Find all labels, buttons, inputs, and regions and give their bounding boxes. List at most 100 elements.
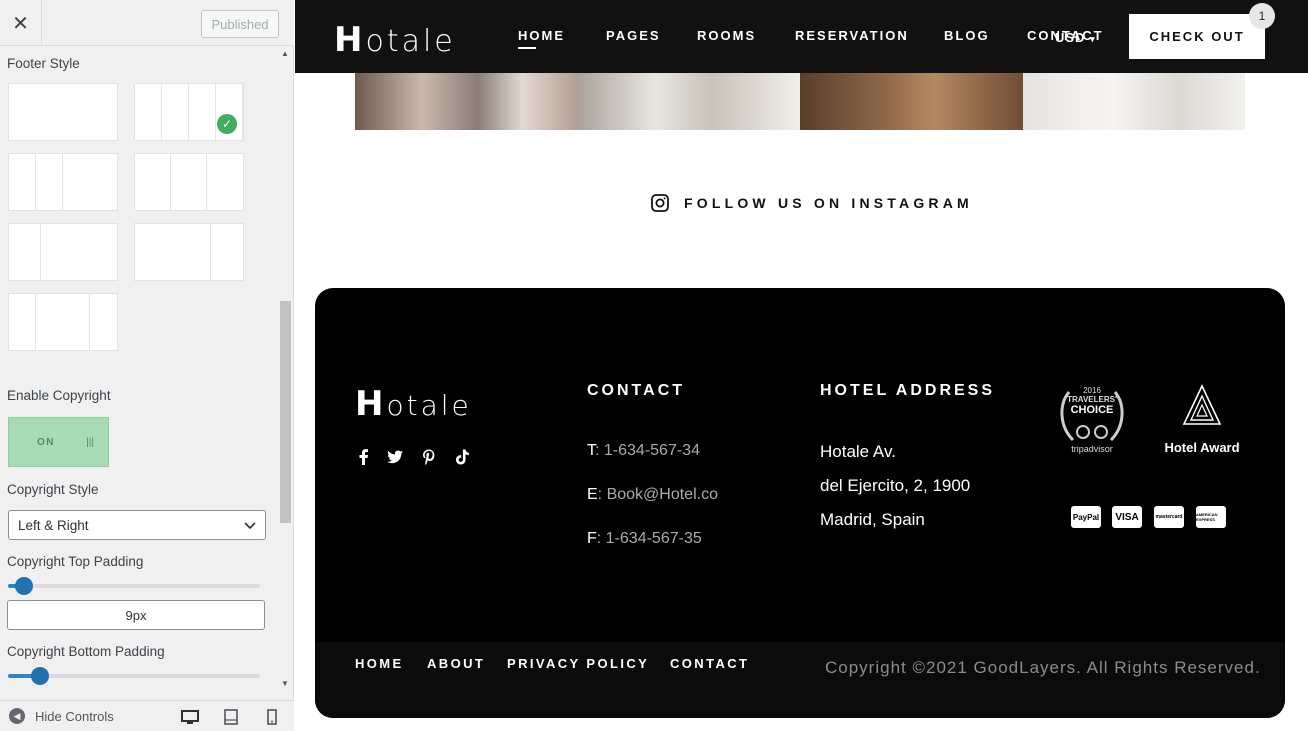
scrollbar-thumb[interactable] (280, 301, 291, 523)
footer-layout-option-1[interactable] (8, 83, 118, 141)
footer-layout-option-6[interactable] (134, 223, 244, 281)
facebook-icon[interactable] (355, 448, 373, 466)
instagram-icon (651, 194, 669, 212)
nav-rooms[interactable]: ROOMS (697, 28, 756, 43)
layout-column (63, 154, 117, 210)
copyright-top-padding-slider[interactable] (8, 577, 260, 595)
copyright-top-padding-input[interactable]: 9px (7, 600, 265, 630)
hotel-award-icon (1182, 384, 1222, 425)
award-brand: tripadvisor (1071, 444, 1113, 454)
contact-key: F (587, 530, 597, 547)
footer-layout-option-7[interactable] (8, 293, 118, 351)
footer-layout-option-3[interactable] (8, 153, 118, 211)
layout-column (9, 84, 117, 140)
collapse-arrow-icon: ◀ (9, 708, 25, 724)
footer-link-contact[interactable]: CONTACT (670, 656, 749, 671)
toggle-state-label: ON (37, 436, 55, 448)
contact-title: CONTACT (587, 382, 686, 399)
layout-column (9, 154, 36, 210)
contact-key: E (587, 486, 598, 503)
tablet-icon[interactable] (222, 708, 240, 726)
copyright-bar: HOME ABOUT PRIVACY POLICY CONTACT Copyri… (315, 642, 1285, 718)
award-line2: CHOICE (1070, 404, 1114, 416)
customizer-scrollbar[interactable]: ▲ ▼ (278, 47, 294, 690)
amex-icon: AMERICAN EXPRESS (1196, 506, 1226, 528)
tripadvisor-award: 2016 TRAVELERS' CHOICE tripadvisor (1051, 382, 1133, 456)
scroll-down-icon[interactable]: ▼ (281, 679, 289, 688)
checkout-button[interactable]: CHECK OUT (1129, 14, 1265, 59)
footer-layout-option-4[interactable] (134, 153, 244, 211)
footer-logo[interactable]: Hotale (355, 384, 472, 424)
site-logo[interactable]: Hotale (334, 20, 456, 60)
footer-link-about[interactable]: ABOUT (427, 656, 485, 671)
contact-value: Book@Hotel.co (606, 486, 718, 503)
award-year: 2016 (1083, 386, 1101, 395)
logo-initial: H (355, 384, 387, 424)
footer-layout-option-2[interactable]: ✓ (134, 83, 244, 141)
copyright-style-label: Copyright Style (7, 482, 99, 497)
logo-text: otale (365, 24, 456, 59)
footer-layout-option-5[interactable] (8, 223, 118, 281)
selected-check-icon: ✓ (217, 114, 237, 134)
customizer-sidebar: ✕ Published Footer Style ✓ Enable Copyri… (0, 0, 294, 731)
slider-handle[interactable] (15, 577, 33, 595)
footer-style-label: Footer Style (7, 56, 80, 71)
layout-column (211, 224, 243, 280)
copyright-text: Copyright ©2021 GoodLayers. All Rights R… (825, 658, 1261, 677)
layout-column (36, 294, 90, 350)
chevron-down-icon: ▾ (1090, 34, 1096, 44)
contact-key: T (587, 442, 595, 459)
contact-fax[interactable]: F: 1-634-567-35 (587, 530, 702, 548)
site-preview: Hotale HOME PAGES ROOMS RESERVATION BLOG… (295, 0, 1308, 731)
contact-phone[interactable]: T: 1-634-567-34 (587, 442, 700, 460)
enable-copyright-label: Enable Copyright (7, 388, 111, 403)
publish-button[interactable]: Published (201, 10, 279, 38)
mobile-icon[interactable] (263, 708, 281, 726)
enable-copyright-toggle[interactable]: ON ||| (8, 417, 109, 467)
nav-home[interactable]: HOME (518, 28, 565, 43)
site-header: Hotale HOME PAGES ROOMS RESERVATION BLOG… (295, 0, 1308, 73)
contact-email[interactable]: E: Book@Hotel.co (587, 486, 718, 504)
copyright-bottom-padding-label: Copyright Bottom Padding (7, 644, 165, 659)
nav-reservation[interactable]: RESERVATION (795, 28, 909, 43)
layout-column (171, 154, 207, 210)
close-button[interactable]: ✕ (0, 0, 42, 46)
mastercard-icon: mastercard (1154, 506, 1184, 528)
nav-blog[interactable]: BLOG (944, 28, 990, 43)
copyright-style-value: Left & Right (18, 517, 89, 533)
layout-column (135, 154, 171, 210)
contact-value: 1-634-567-34 (603, 442, 700, 459)
address-line: del Ejercito, 2, 1900 (820, 476, 971, 495)
nav-pages[interactable]: PAGES (606, 28, 661, 43)
slider-handle[interactable] (31, 667, 49, 685)
copyright-bottom-padding-slider[interactable] (8, 667, 260, 685)
scroll-up-icon[interactable]: ▲ (281, 49, 289, 58)
currency-switcher[interactable]: USD ▾ (1055, 30, 1096, 45)
desktop-icon[interactable] (181, 708, 199, 726)
follow-instagram-label: FOLLOW US ON INSTAGRAM (684, 195, 973, 211)
toggle-grip-icon: ||| (86, 436, 94, 448)
layout-column (36, 154, 63, 210)
footer-link-home[interactable]: HOME (355, 656, 404, 671)
follow-instagram-link[interactable]: FOLLOW US ON INSTAGRAM (650, 193, 973, 213)
cart-count-badge: 1 (1249, 3, 1275, 29)
close-icon: ✕ (12, 12, 29, 35)
pinterest-icon[interactable] (420, 448, 438, 466)
hide-controls-button[interactable]: ◀ Hide Controls (9, 708, 114, 724)
copyright-top-padding-label: Copyright Top Padding (7, 554, 144, 569)
twitter-icon[interactable] (386, 448, 404, 466)
layout-column (162, 84, 189, 140)
tiktok-icon[interactable] (453, 448, 471, 466)
copyright-style-select[interactable]: Left & Right (8, 510, 266, 540)
award-line1: TRAVELERS' (1067, 395, 1117, 404)
hide-controls-label: Hide Controls (35, 708, 114, 724)
hotel-award-label: Hotel Award (1164, 440, 1240, 455)
customizer-controls: Footer Style ✓ Enable Copyright ON ||| C… (0, 47, 294, 690)
layout-column (135, 84, 162, 140)
address-line: Madrid, Spain (820, 510, 925, 529)
address-line: Hotale Av. (820, 442, 896, 461)
footer-link-privacy-policy[interactable]: PRIVACY POLICY (507, 656, 649, 671)
paypal-icon: PayPal (1071, 506, 1101, 528)
layout-column (90, 294, 117, 350)
contact-value: 1-634-567-35 (605, 530, 702, 547)
